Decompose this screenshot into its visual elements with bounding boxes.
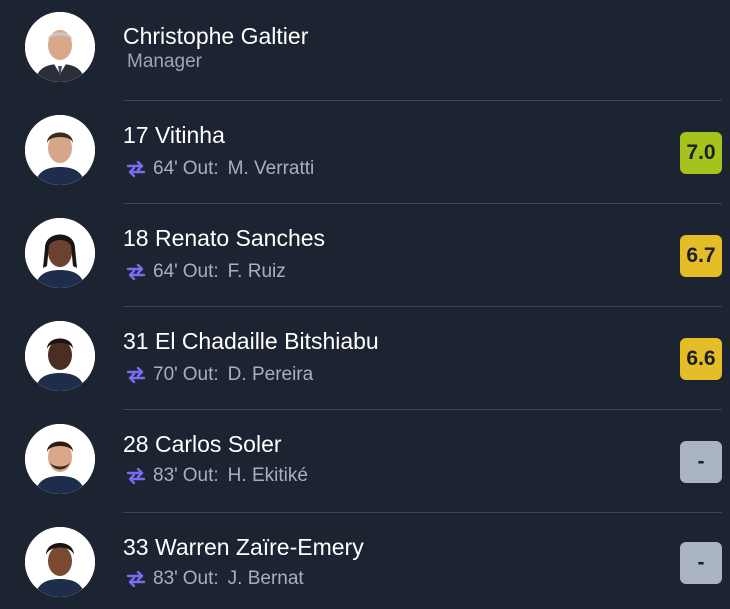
out-label: Out: bbox=[182, 261, 219, 282]
out-label: Out: bbox=[182, 364, 219, 385]
player-avatar bbox=[25, 115, 95, 185]
player-avatar bbox=[25, 321, 95, 391]
rating-badge: - bbox=[680, 542, 722, 584]
divider bbox=[123, 512, 722, 513]
substitute-row[interactable]: 33 Warren Zaïre-Emery 83' Out: J. Bernat… bbox=[0, 515, 730, 609]
sub-minute: 83' bbox=[153, 465, 178, 486]
swap-arrows-icon bbox=[125, 261, 147, 283]
out-player-name: M. Verratti bbox=[227, 158, 315, 179]
substitution-info: 70' Out: D. Pereira bbox=[125, 362, 313, 388]
player-name: 18 Renato Sanches bbox=[123, 225, 326, 251]
swap-arrows-icon bbox=[125, 158, 147, 180]
sub-minute: 83' bbox=[153, 568, 178, 589]
divider bbox=[123, 100, 722, 101]
substitution-info: 64' Out: F. Ruiz bbox=[125, 259, 286, 285]
player-avatar bbox=[25, 218, 95, 288]
player-name: 17 Vitinha bbox=[123, 122, 225, 148]
rating-badge: 6.6 bbox=[680, 338, 722, 380]
out-label: Out: bbox=[182, 568, 219, 589]
out-label: Out: bbox=[182, 465, 219, 486]
out-label: Out: bbox=[182, 158, 219, 179]
substitution-info: 83' Out: H. Ekitiké bbox=[125, 463, 308, 489]
player-name: 31 El Chadaille Bitshiabu bbox=[123, 328, 379, 354]
substitution-info: 64' Out: M. Verratti bbox=[125, 156, 314, 182]
divider bbox=[123, 203, 722, 204]
swap-arrows-icon bbox=[125, 568, 147, 590]
manager-row[interactable]: Christophe Galtier Manager bbox=[0, 0, 730, 103]
manager-avatar bbox=[25, 12, 95, 82]
out-player-name: F. Ruiz bbox=[227, 261, 286, 282]
manager-name: Christophe Galtier bbox=[123, 23, 309, 49]
player-name: 33 Warren Zaïre-Emery bbox=[123, 534, 364, 560]
substitute-row[interactable]: 17 Vitinha 64' Out: M. Verratti 7.0 bbox=[0, 103, 730, 206]
swap-arrows-icon bbox=[125, 465, 147, 487]
sub-minute: 64' bbox=[153, 261, 178, 282]
divider bbox=[123, 306, 722, 307]
substitute-row[interactable]: 31 El Chadaille Bitshiabu 70' Out: D. Pe… bbox=[0, 309, 730, 412]
substitute-row[interactable]: 28 Carlos Soler 83' Out: H. Ekitiké - bbox=[0, 412, 730, 515]
swap-arrows-icon bbox=[125, 364, 147, 386]
player-avatar bbox=[25, 424, 95, 494]
player-name: 28 Carlos Soler bbox=[123, 431, 282, 457]
sub-minute: 64' bbox=[153, 158, 178, 179]
sub-minute: 70' bbox=[153, 364, 178, 385]
rating-badge: 7.0 bbox=[680, 132, 722, 174]
manager-role: Manager bbox=[127, 51, 202, 72]
out-player-name: J. Bernat bbox=[227, 568, 304, 589]
rating-badge: - bbox=[680, 441, 722, 483]
player-avatar bbox=[25, 527, 95, 597]
divider bbox=[123, 409, 722, 410]
substitution-info: 83' Out: J. Bernat bbox=[125, 566, 304, 592]
out-player-name: D. Pereira bbox=[227, 364, 314, 385]
rating-badge: 6.7 bbox=[680, 235, 722, 277]
out-player-name: H. Ekitiké bbox=[227, 465, 308, 486]
substitute-row[interactable]: 18 Renato Sanches 64' Out: F. Ruiz 6.7 bbox=[0, 206, 730, 309]
